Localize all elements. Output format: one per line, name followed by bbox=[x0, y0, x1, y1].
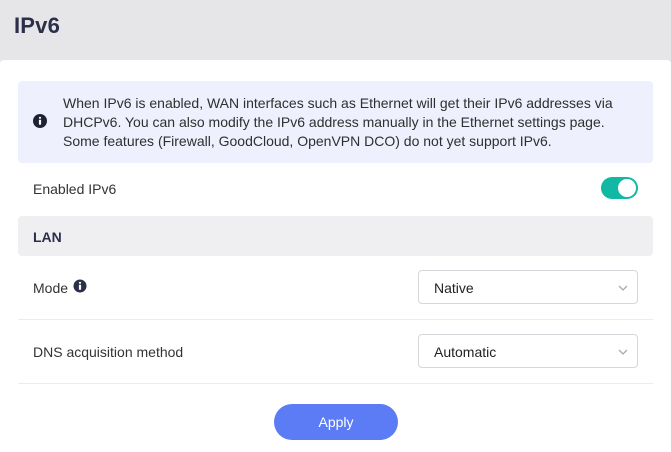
dns-method-label: DNS acquisition method bbox=[33, 344, 184, 360]
mode-label: Mode bbox=[33, 280, 69, 296]
page-title: IPv6 bbox=[14, 13, 61, 38]
mode-row: Mode Native bbox=[18, 256, 653, 320]
chevron-down-icon bbox=[618, 285, 628, 291]
dns-method-select[interactable]: Automatic bbox=[418, 334, 638, 368]
info-banner-text: When IPv6 is enabled, WAN interfaces suc… bbox=[63, 95, 613, 149]
page-header: IPv6 bbox=[0, 0, 671, 60]
ipv6-settings-panel: When IPv6 is enabled, WAN interfaces suc… bbox=[0, 60, 671, 452]
chevron-down-icon bbox=[618, 349, 628, 355]
info-icon[interactable] bbox=[73, 279, 87, 293]
dns-method-row: DNS acquisition method Automatic bbox=[18, 320, 653, 384]
mode-select-value: Native bbox=[434, 280, 474, 296]
lan-section-title: LAN bbox=[33, 229, 62, 245]
lan-section-header: LAN bbox=[18, 216, 653, 256]
enabled-ipv6-label: Enabled IPv6 bbox=[33, 181, 117, 197]
enabled-ipv6-toggle[interactable] bbox=[601, 177, 638, 199]
info-icon bbox=[33, 114, 47, 128]
toggle-knob bbox=[618, 179, 636, 197]
info-banner: When IPv6 is enabled, WAN interfaces suc… bbox=[18, 81, 653, 163]
mode-select[interactable]: Native bbox=[418, 270, 638, 304]
apply-button[interactable]: Apply bbox=[274, 404, 398, 440]
enabled-ipv6-row: Enabled IPv6 bbox=[18, 170, 653, 208]
dns-method-select-value: Automatic bbox=[434, 344, 497, 360]
